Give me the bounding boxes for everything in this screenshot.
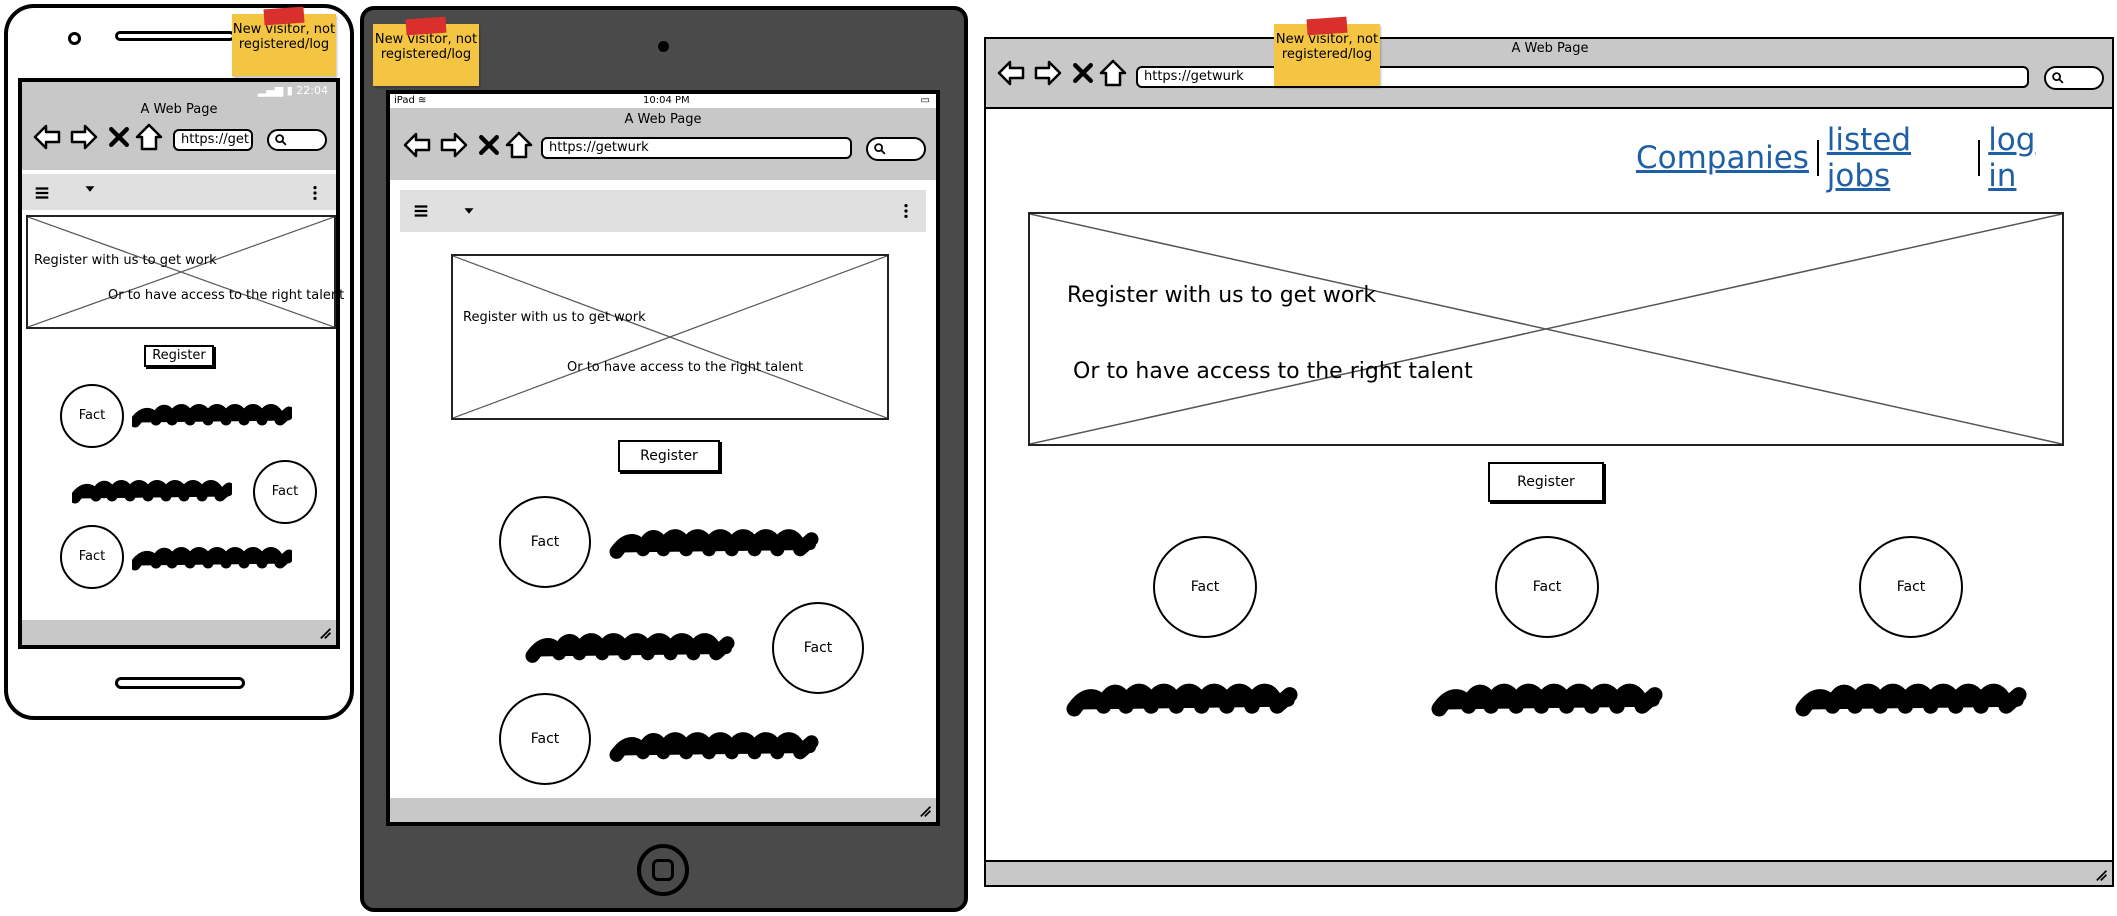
- wifi-icon: ≋: [418, 95, 427, 106]
- forward-arrow-icon[interactable]: [1033, 58, 1063, 88]
- desktop-hero-line2: Or to have access to the right talent: [1073, 359, 1473, 384]
- tablet-scribble-text: [604, 524, 824, 562]
- desktop-fact-circle: Fact: [1859, 536, 1963, 638]
- phone-sticky-note: New visitor, not registered/log: [232, 6, 336, 76]
- tablet-hero-line2: Or to have access to the right talent: [567, 360, 804, 375]
- hamburger-menu-icon[interactable]: [33, 184, 51, 202]
- tablet-status-time: 10:04 PM: [643, 95, 690, 106]
- phone-scribble-text: [132, 400, 292, 430]
- search-icon: [873, 142, 887, 156]
- sticky-tape: [263, 6, 305, 26]
- close-icon[interactable]: [106, 122, 132, 152]
- phone-home-button[interactable]: [115, 677, 245, 689]
- phone-status-time: 22:04: [296, 84, 328, 97]
- desktop-bottom-bar: [986, 860, 2112, 885]
- sticky-note-text: New visitor, not registered/log: [232, 22, 336, 52]
- sticky-note-text: New visitor, not registered/log: [1275, 32, 1379, 62]
- nav-link-listed-jobs[interactable]: listed jobs: [1827, 122, 1971, 194]
- phone-status-bar: ▂▄▆ ▮ 22:04: [22, 82, 336, 100]
- tablet-hero-image: [451, 254, 889, 420]
- phone-fact-circle: Fact: [60, 384, 124, 448]
- nav-separator: [1816, 140, 1819, 176]
- sticky-note-text: New visitor, not registered/log: [374, 32, 478, 62]
- search-icon: [2051, 71, 2065, 85]
- phone-scribble-text: [132, 543, 292, 573]
- desktop-hero-image: [1028, 212, 2064, 446]
- back-arrow-icon[interactable]: [996, 58, 1026, 88]
- tablet-status-bar: iPad ≋ 10:04 PM ▭: [390, 94, 936, 108]
- resize-grip-icon[interactable]: [316, 624, 332, 640]
- phone-register-button[interactable]: Register: [144, 345, 214, 367]
- phone-hero-line2: Or to have access to the right talent: [108, 288, 345, 303]
- desktop-scribble-text: [1422, 678, 1672, 720]
- phone-fact-circle: Fact: [253, 460, 317, 524]
- sticky-tape: [1306, 16, 1348, 36]
- desktop-fact-circle: Fact: [1153, 536, 1257, 638]
- nav-link-companies[interactable]: Companies: [1636, 140, 1809, 176]
- camera-icon: [658, 41, 669, 52]
- tablet-scribble-text: [520, 628, 740, 666]
- resize-grip-icon[interactable]: [916, 802, 932, 818]
- forward-arrow-icon[interactable]: [439, 130, 469, 160]
- phone-hero-image: [26, 215, 336, 329]
- tablet-hero-line1: Register with us to get work: [463, 310, 646, 325]
- dropdown-caret-icon[interactable]: [460, 202, 478, 220]
- desktop-hero-line1: Register with us to get work: [1067, 283, 1377, 308]
- desktop-register-button[interactable]: Register: [1488, 462, 1604, 502]
- nav-link-log-in[interactable]: log in: [1988, 122, 2066, 194]
- phone-camera-icon: [68, 32, 81, 45]
- desktop-nav: Companies listed jobs log in: [1636, 122, 2066, 194]
- resize-grip-icon[interactable]: [2092, 866, 2108, 882]
- desktop-fact-circle: Fact: [1495, 536, 1599, 638]
- search-icon: [274, 133, 288, 147]
- tablet-register-button[interactable]: Register: [618, 440, 720, 472]
- phone-scribble-text: [72, 476, 232, 506]
- home-icon[interactable]: [134, 122, 164, 152]
- phone-fact-circle: Fact: [60, 525, 124, 589]
- desktop-scribble-text: [1057, 678, 1307, 720]
- tablet-fact-circle: Fact: [499, 693, 591, 785]
- signal-icon: ▂▄▆: [257, 84, 287, 97]
- phone-app-toolbar: [22, 174, 336, 210]
- tablet-scribble-text: [604, 727, 824, 765]
- nav-separator: [1978, 140, 1981, 176]
- desktop-search-pill[interactable]: [2044, 66, 2104, 90]
- home-icon[interactable]: [504, 130, 534, 160]
- back-arrow-icon[interactable]: [402, 130, 432, 160]
- battery-icon: ▭: [920, 95, 930, 106]
- tablet-status-device: iPad: [394, 95, 415, 106]
- tablet-search-pill[interactable]: [866, 137, 926, 161]
- kebab-menu-icon[interactable]: [306, 184, 324, 202]
- desktop-page-title: A Web Page: [1511, 41, 1589, 56]
- close-icon[interactable]: [476, 130, 502, 160]
- desktop-url-input[interactable]: https://getwurk: [1136, 66, 2029, 88]
- battery-icon: ▮: [286, 84, 297, 97]
- back-arrow-icon[interactable]: [32, 122, 62, 152]
- home-icon[interactable]: [1098, 58, 1128, 88]
- close-icon[interactable]: [1070, 58, 1096, 88]
- phone-hero-line1: Register with us to get work: [34, 253, 217, 268]
- phone-page-title: A Web Page: [140, 102, 218, 117]
- phone-bottom-bar: [22, 620, 336, 645]
- desktop-scribble-text: [1786, 678, 2036, 720]
- tablet-sticky-note: New visitor, not registered/log: [373, 16, 479, 86]
- tablet-url-input[interactable]: https://getwurk: [541, 137, 852, 159]
- tablet-app-toolbar: [400, 190, 926, 232]
- tablet-fact-circle: Fact: [499, 496, 591, 588]
- forward-arrow-icon[interactable]: [69, 122, 99, 152]
- kebab-menu-icon[interactable]: [897, 202, 915, 220]
- sticky-tape: [405, 16, 447, 36]
- phone-search-pill[interactable]: [267, 129, 327, 151]
- phone-speaker: [115, 31, 235, 41]
- hamburger-menu-icon[interactable]: [412, 202, 430, 220]
- desktop-sticky-note: New visitor, not registered/log: [1274, 16, 1380, 86]
- tablet-fact-circle: Fact: [772, 602, 864, 694]
- home-button-icon[interactable]: [637, 844, 689, 896]
- dropdown-caret-icon[interactable]: [81, 180, 99, 198]
- tablet-bottom-bar: [390, 798, 936, 822]
- tablet-page-title: A Web Page: [624, 112, 702, 127]
- phone-url-input[interactable]: https://get: [173, 129, 253, 151]
